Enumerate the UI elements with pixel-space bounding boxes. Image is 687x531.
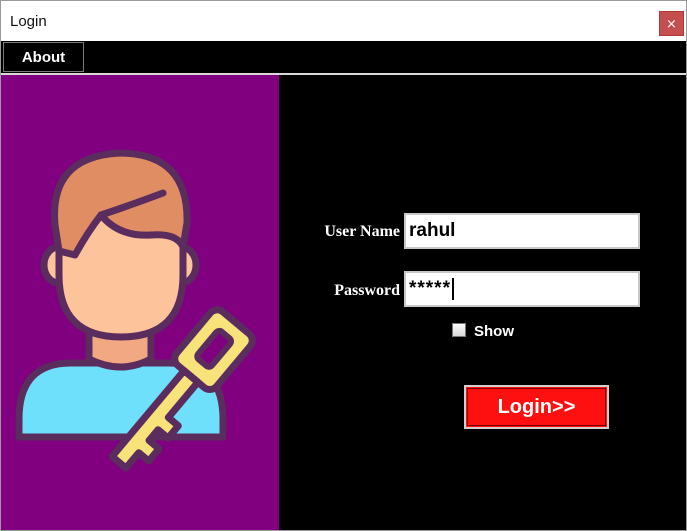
menu-bar: About xyxy=(1,41,686,73)
title-bar[interactable]: Login × xyxy=(1,1,686,41)
menu-item-about[interactable]: About xyxy=(3,42,84,72)
show-password-label[interactable]: Show xyxy=(474,323,514,340)
user-key-icon xyxy=(15,149,256,472)
show-password-checkbox[interactable] xyxy=(452,323,466,337)
login-button[interactable]: Login>> xyxy=(464,385,609,429)
window-title: Login xyxy=(10,13,47,30)
text-caret xyxy=(451,277,454,300)
login-window: Login × About User Name rahul Password *… xyxy=(0,0,687,531)
close-icon: × xyxy=(666,17,677,32)
password-field[interactable]: ***** xyxy=(404,271,640,307)
username-label: User Name xyxy=(324,223,400,240)
close-button[interactable]: × xyxy=(659,11,684,36)
username-value: rahul xyxy=(409,220,456,241)
username-field[interactable]: rahul xyxy=(404,213,640,249)
password-label: Password xyxy=(334,282,400,299)
password-value: ***** xyxy=(409,278,451,299)
